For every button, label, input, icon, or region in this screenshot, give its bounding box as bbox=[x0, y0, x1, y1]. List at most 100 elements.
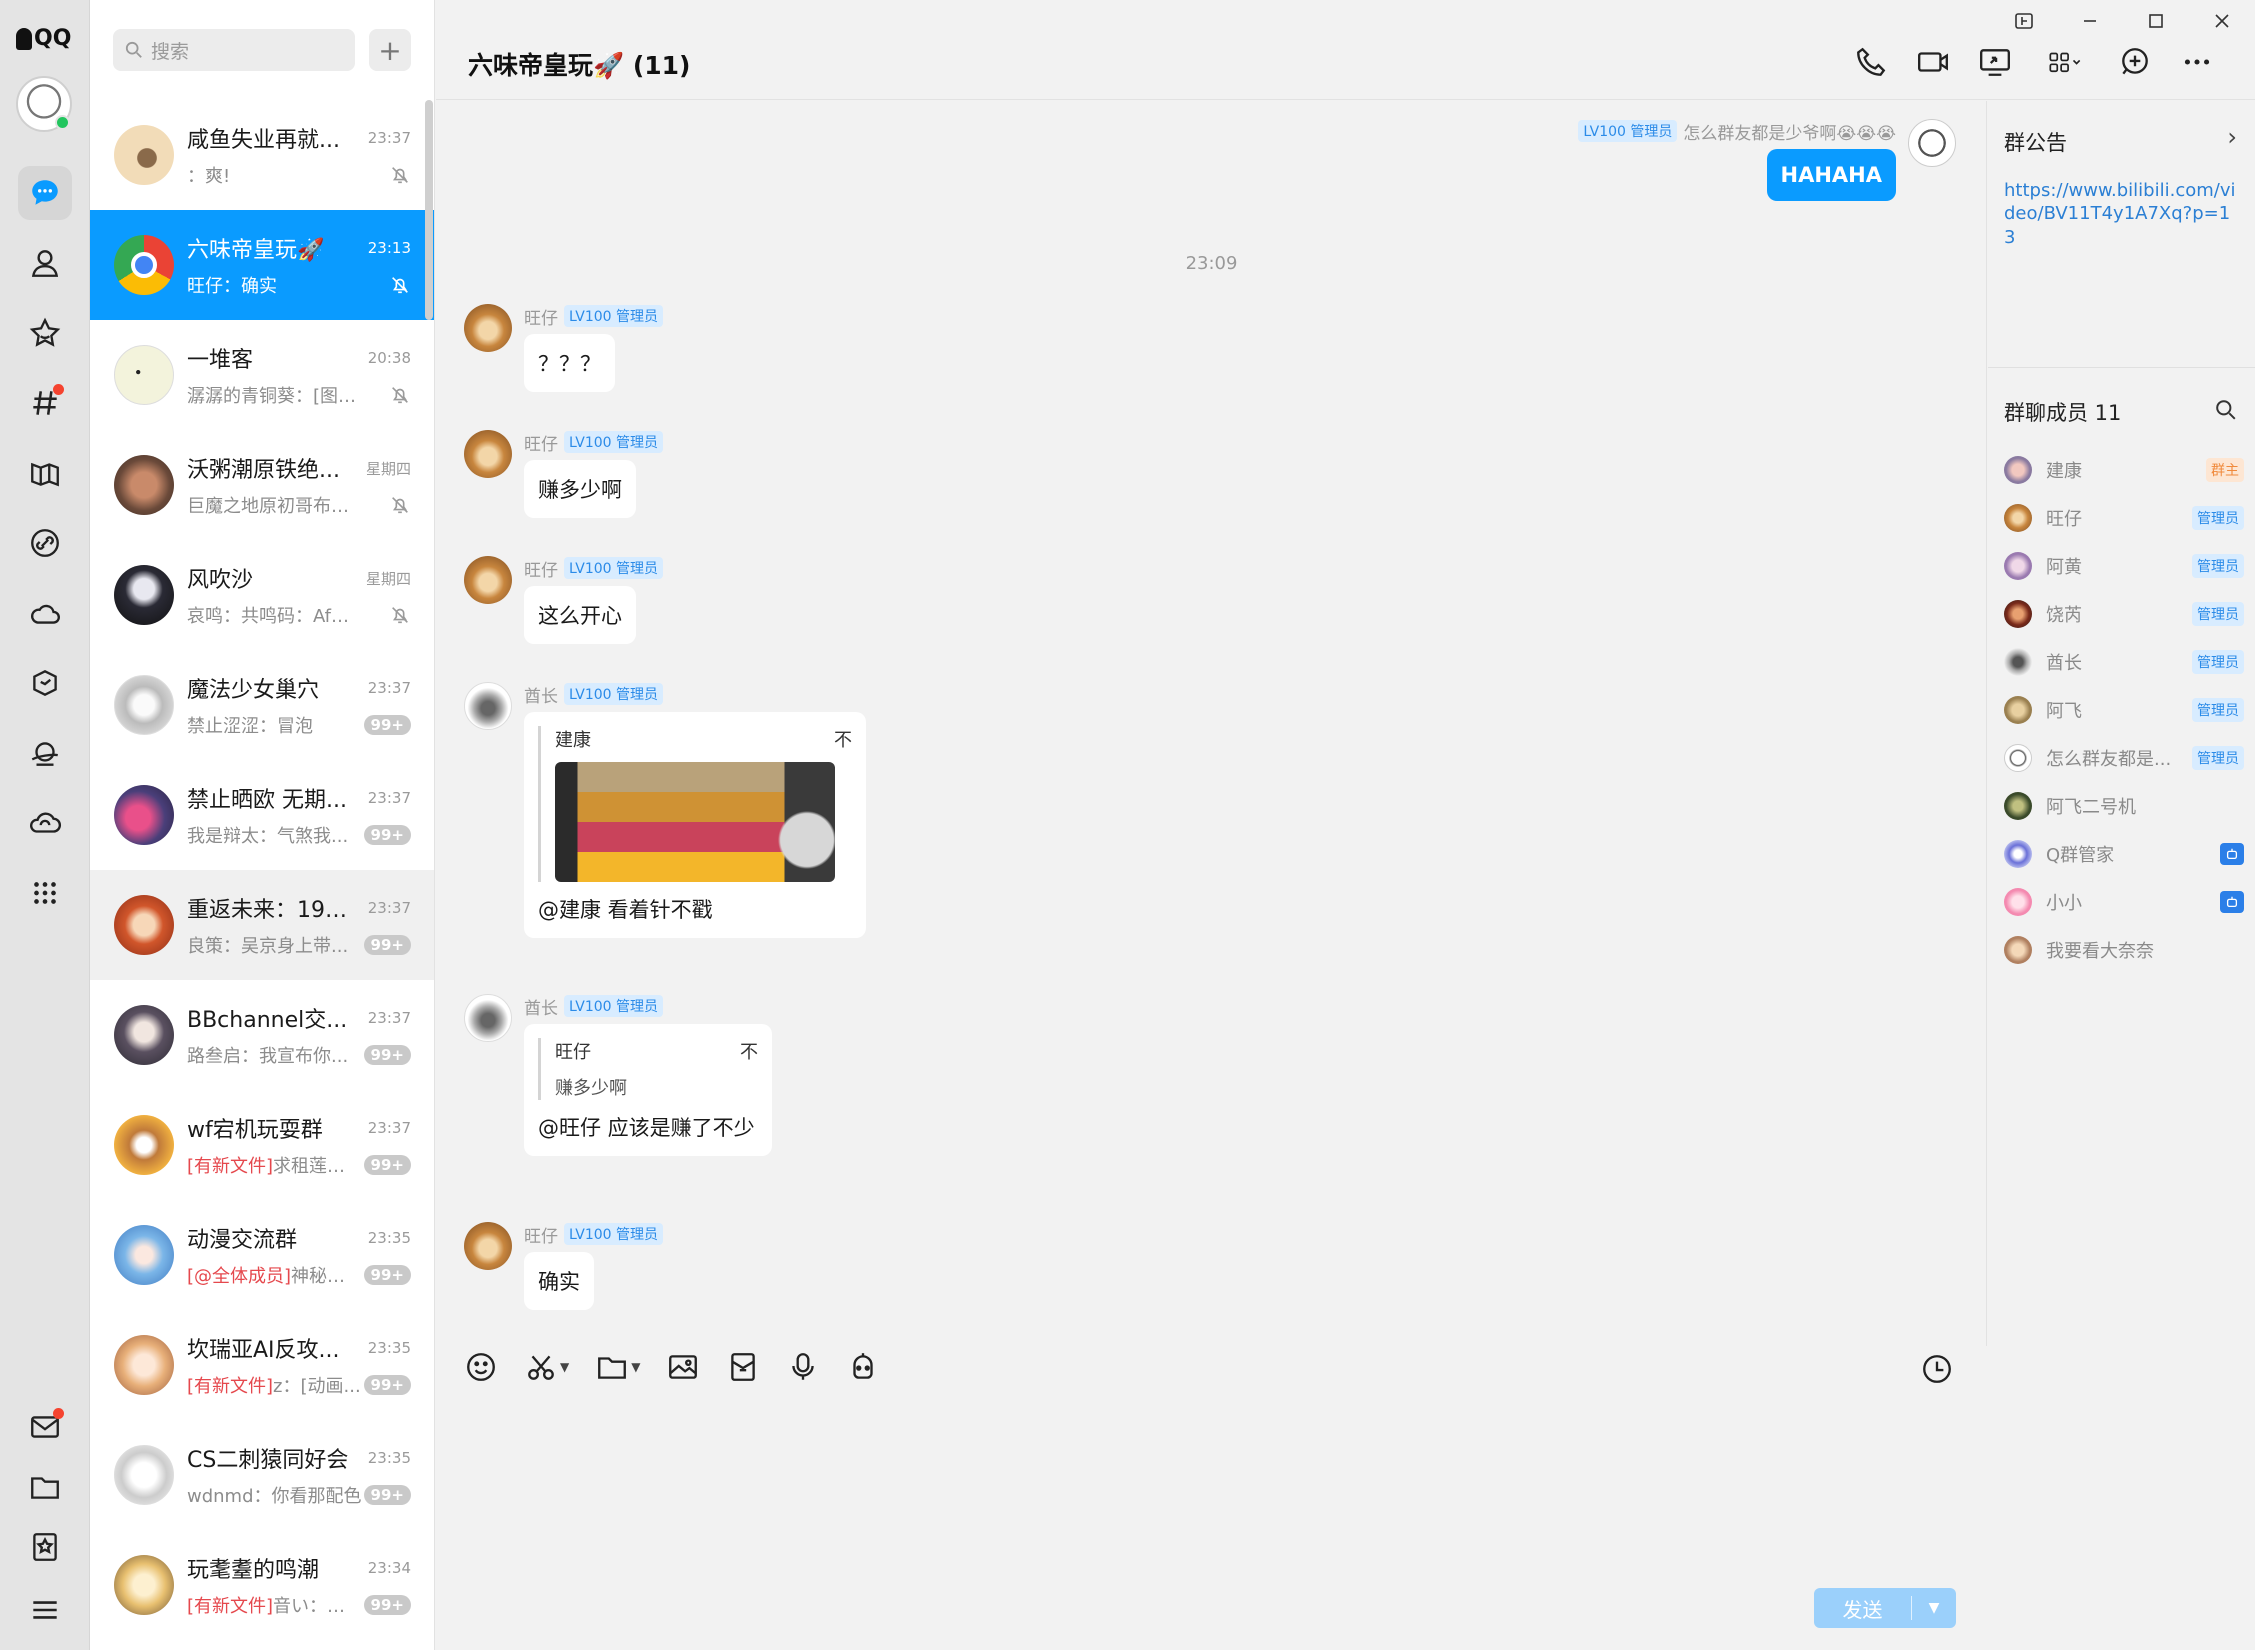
send-button[interactable]: 发送 ▼ bbox=[1814, 1588, 1956, 1628]
video-call-button[interactable] bbox=[1915, 44, 1951, 80]
message-bubble[interactable]: 确实 bbox=[524, 1252, 594, 1310]
message-bubble[interactable]: ？？？ bbox=[524, 334, 615, 392]
nav-music[interactable] bbox=[18, 516, 72, 570]
member-row[interactable]: 酋长 管理员 bbox=[2004, 643, 2244, 681]
quote-jump-icon[interactable]: 不 bbox=[834, 726, 852, 752]
chevron-down-icon[interactable]: ▼ bbox=[560, 1360, 569, 1374]
screen-share-button[interactable] bbox=[1977, 44, 2013, 80]
conversation-item[interactable]: wf宕机玩耍群 23:37 [有新文件]求租莲花... 99+ bbox=[90, 1090, 434, 1200]
sender-name[interactable]: 旺仔 bbox=[524, 430, 558, 455]
nav-contacts[interactable] bbox=[18, 236, 72, 290]
chat-title[interactable]: 六味帝皇玩🚀 (11) bbox=[468, 46, 690, 82]
announcement-link[interactable]: https://www.bilibili.com/video/BV11T4y1A… bbox=[2004, 179, 2240, 249]
conversation-list-scrollbar[interactable] bbox=[425, 100, 433, 320]
chevron-down-icon[interactable]: ▼ bbox=[1912, 1600, 1956, 1616]
nav-weiyun[interactable] bbox=[18, 796, 72, 850]
red-packet-button[interactable] bbox=[726, 1350, 760, 1384]
nav-mail[interactable] bbox=[18, 1400, 72, 1454]
apps-menu-button[interactable] bbox=[2039, 44, 2091, 80]
conversation-item[interactable]: BBchannel交... 23:37 路叁启：我宣布你... 99+ bbox=[90, 980, 434, 1090]
member-row[interactable]: 怎么群友都是... 管理员 bbox=[2004, 739, 2244, 777]
conversation-preview: wdnmd：你看那配色 bbox=[187, 1486, 362, 1507]
member-row[interactable]: 阿飞 管理员 bbox=[2004, 691, 2244, 729]
nav-more-apps[interactable] bbox=[18, 866, 72, 920]
quoted-image[interactable] bbox=[555, 762, 835, 882]
sender-name[interactable]: 酋长 bbox=[524, 682, 558, 707]
sender-name[interactable]: 酋长 bbox=[524, 994, 558, 1019]
member-row[interactable]: 小小 bbox=[2004, 883, 2244, 921]
member-row[interactable]: 建康 群主 bbox=[2004, 451, 2244, 489]
search-box[interactable]: 搜索 bbox=[113, 29, 355, 71]
image-button[interactable] bbox=[666, 1350, 700, 1384]
nav-games[interactable] bbox=[18, 446, 72, 500]
screenshot-button[interactable]: ▼ bbox=[524, 1350, 569, 1384]
sender-avatar[interactable] bbox=[464, 994, 512, 1042]
chevron-right-icon[interactable]: › bbox=[2227, 123, 2237, 151]
nav-apps[interactable] bbox=[18, 656, 72, 710]
nav-space[interactable] bbox=[18, 586, 72, 640]
conversation-item[interactable]: CS二刺猿同好会 23:35 wdnmd：你看那配色 99+ bbox=[90, 1420, 434, 1530]
nav-favorites[interactable] bbox=[18, 306, 72, 360]
message-bubble[interactable]: 这么开心 bbox=[524, 586, 636, 644]
chevron-down-icon[interactable]: ▼ bbox=[631, 1360, 640, 1374]
message-bubble[interactable]: HAHAHA bbox=[1766, 149, 1896, 201]
sender-avatar[interactable] bbox=[464, 1222, 512, 1270]
conversation-item[interactable]: 动漫交流群 23:35 [@全体成员]神秘靓... 99+ bbox=[90, 1200, 434, 1310]
message-bubble[interactable]: 旺仔 不 赚多少啊 @旺仔 应该是赚了不少 bbox=[524, 1024, 772, 1156]
group-info-panel: 群公告 › https://www.bilibili.com/video/BV1… bbox=[1988, 101, 2255, 1650]
my-avatar[interactable] bbox=[16, 76, 72, 132]
quoted-message[interactable]: 旺仔 不 赚多少啊 bbox=[538, 1038, 758, 1100]
more-options-button[interactable] bbox=[2179, 44, 2215, 80]
sender-name[interactable]: 旺仔 bbox=[524, 556, 558, 581]
nav-files[interactable] bbox=[18, 1460, 72, 1514]
nav-main-menu[interactable] bbox=[18, 1583, 72, 1637]
emoji-button[interactable] bbox=[464, 1350, 498, 1384]
ai-assistant-button[interactable] bbox=[846, 1350, 880, 1384]
sender-name[interactable]: 旺仔 bbox=[524, 304, 558, 329]
conversation-item[interactable]: 重返未来：199... 23:37 良策：吴京身上带... 99+ bbox=[90, 870, 434, 980]
sender-avatar[interactable] bbox=[464, 304, 512, 352]
quote-jump-icon[interactable]: 不 bbox=[740, 1038, 758, 1064]
add-member-button[interactable] bbox=[2117, 44, 2153, 80]
conversation-item[interactable]: 禁止晒欧 无期... 23:37 我是辩太：气煞我... 99+ bbox=[90, 760, 434, 870]
member-row[interactable]: 饶芮 管理员 bbox=[2004, 595, 2244, 633]
voice-call-button[interactable] bbox=[1853, 44, 1889, 80]
sender-avatar[interactable] bbox=[464, 430, 512, 478]
message-history-button[interactable] bbox=[1920, 1352, 1954, 1390]
sender-avatar[interactable] bbox=[464, 556, 512, 604]
member-row[interactable]: 阿黄 管理员 bbox=[2004, 547, 2244, 585]
add-button[interactable]: + bbox=[369, 29, 411, 71]
nav-messages[interactable] bbox=[18, 166, 72, 220]
member-row[interactable]: 我要看大奈奈 bbox=[2004, 931, 2244, 969]
conversation-item[interactable]: 一堆客 20:38 潺潺的青铜葵：[图片] bbox=[90, 320, 434, 430]
quoted-message[interactable]: 建康 不 bbox=[538, 726, 852, 882]
nav-channels[interactable] bbox=[18, 376, 72, 430]
nav-bookmarks[interactable] bbox=[18, 1520, 72, 1574]
nav-planet[interactable] bbox=[18, 726, 72, 780]
message-bubble[interactable]: 建康 不 @建康 看着针不戳 bbox=[524, 712, 866, 938]
file-button[interactable]: ▼ bbox=[595, 1350, 640, 1384]
conversation-item[interactable]: 玩耄耋的鸣潮 23:34 [有新文件]音い：非... 99+ bbox=[90, 1530, 434, 1640]
conversation-item[interactable]: 坎瑞亚AI反攻... 23:35 [有新文件]z：[动画... 99+ bbox=[90, 1310, 434, 1420]
voice-button[interactable] bbox=[786, 1350, 820, 1384]
member-search-button[interactable] bbox=[2215, 399, 2237, 425]
message-bubble[interactable]: 赚多少啊 bbox=[524, 460, 636, 518]
member-row[interactable]: 旺仔 管理员 bbox=[2004, 499, 2244, 537]
member-row[interactable]: 阿飞二号机 bbox=[2004, 787, 2244, 825]
panel-divider bbox=[1988, 367, 2255, 368]
member-row[interactable]: Q群管家 bbox=[2004, 835, 2244, 873]
sender-name[interactable]: 旺仔 bbox=[524, 1222, 558, 1247]
conversation-item[interactable]: 风吹沙 星期四 哀鸣：共鸣码：AfQiJA... bbox=[90, 540, 434, 650]
chat-message-area[interactable]: LV100 管理员 怎么群友都是少爷啊😭😭😭 HAHAHA 23:09 旺仔 LV… bbox=[436, 101, 1987, 1346]
message-input[interactable] bbox=[452, 1400, 1972, 1570]
conversation-item[interactable]: 咸鱼失业再就... 23:37 ：爽! bbox=[90, 100, 434, 210]
search-input[interactable]: 搜索 bbox=[151, 37, 189, 64]
sender-avatar[interactable] bbox=[464, 682, 512, 730]
announcement-title[interactable]: 群公告 bbox=[2004, 127, 2067, 157]
conversation-item[interactable]: 沃粥潮原铁绝... 星期四 巨魔之地原初哥布林：... bbox=[90, 430, 434, 540]
sender-name[interactable]: 怎么群友都是少爷啊😭😭😭 bbox=[1683, 119, 1896, 144]
sender-avatar[interactable] bbox=[1908, 119, 1956, 167]
member-avatar bbox=[2004, 504, 2032, 532]
conversation-item[interactable]: 魔法少女巢穴 23:37 禁止涩涩：冒泡 99+ bbox=[90, 650, 434, 760]
conversation-item-selected[interactable]: 六味帝皇玩🚀 23:13 旺仔：确实 bbox=[90, 210, 434, 320]
